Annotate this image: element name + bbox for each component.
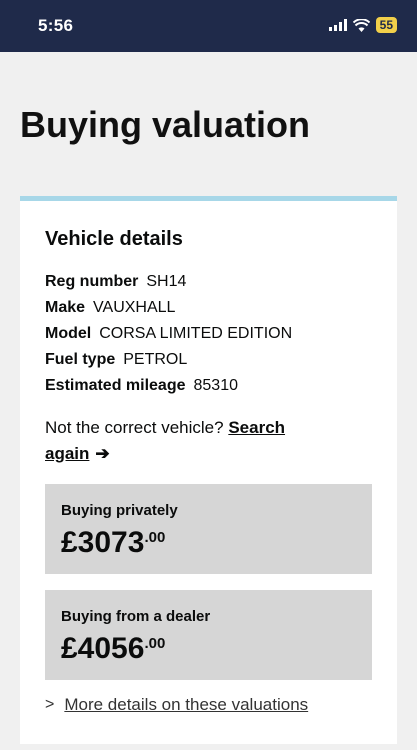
arrow-right-icon[interactable]: ➔	[95, 444, 109, 463]
wifi-icon	[352, 18, 370, 32]
signal-icon	[328, 19, 347, 31]
detail-row-fuel: Fuel type PETROL	[45, 347, 292, 373]
valuation-card: Vehicle details Reg number SH14 Make VAUXH…	[20, 196, 397, 744]
chevron-right-icon: >	[45, 696, 55, 713]
model-value: CORSA LIMITED EDITION	[99, 325, 293, 342]
dealer-valuation-label: Buying from a dealer	[61, 608, 211, 625]
status-time: 5:56	[38, 16, 74, 35]
reg-value: SH14	[146, 273, 187, 290]
private-valuation-amount: £3073.00	[61, 526, 165, 560]
detail-row-make: Make VAUXHALL	[45, 295, 292, 321]
detail-row-reg: Reg number SH14	[45, 269, 292, 295]
mileage-label: Estimated mileage	[45, 377, 186, 394]
search-again-text: Not the correct vehicle? Search again ➔	[45, 415, 345, 467]
page-title: Buying valuation	[20, 104, 311, 145]
vehicle-details-heading: Vehicle details	[45, 228, 183, 250]
battery-icon: 55	[375, 17, 397, 33]
status-bar: 5:56 55	[0, 0, 417, 52]
mileage-value: 85310	[193, 377, 239, 394]
make-label: Make	[45, 299, 86, 316]
dealer-amount-pence: .00	[144, 635, 166, 652]
dealer-valuation-amount: £4056.00	[61, 632, 165, 666]
model-label: Model	[45, 325, 92, 342]
fuel-value: PETROL	[123, 351, 188, 368]
vehicle-details-list: Reg number SH14 Make VAUXHALL Model CORSA L…	[45, 269, 292, 399]
dealer-valuation-box: Buying from a dealer £4056.00	[45, 590, 372, 680]
detail-row-mileage: Estimated mileage 85310	[45, 373, 292, 399]
fuel-label: Fuel type	[45, 351, 116, 368]
private-amount-pounds: £3073	[61, 526, 145, 559]
more-details-row[interactable]: > More details on these valuations	[45, 695, 308, 715]
dealer-amount-pounds: £4056	[61, 632, 145, 665]
detail-row-model: Model CORSA LIMITED EDITION	[45, 321, 292, 347]
private-valuation-box: Buying privately £3073.00	[45, 484, 372, 574]
private-valuation-label: Buying privately	[61, 502, 178, 519]
private-amount-pence: .00	[144, 529, 166, 546]
more-details-link[interactable]: More details on these valuations	[64, 695, 308, 715]
make-value: VAUXHALL	[93, 299, 176, 316]
reg-label: Reg number	[45, 273, 139, 290]
status-icons: 55	[328, 17, 397, 33]
search-prompt: Not the correct vehicle?	[45, 418, 224, 437]
